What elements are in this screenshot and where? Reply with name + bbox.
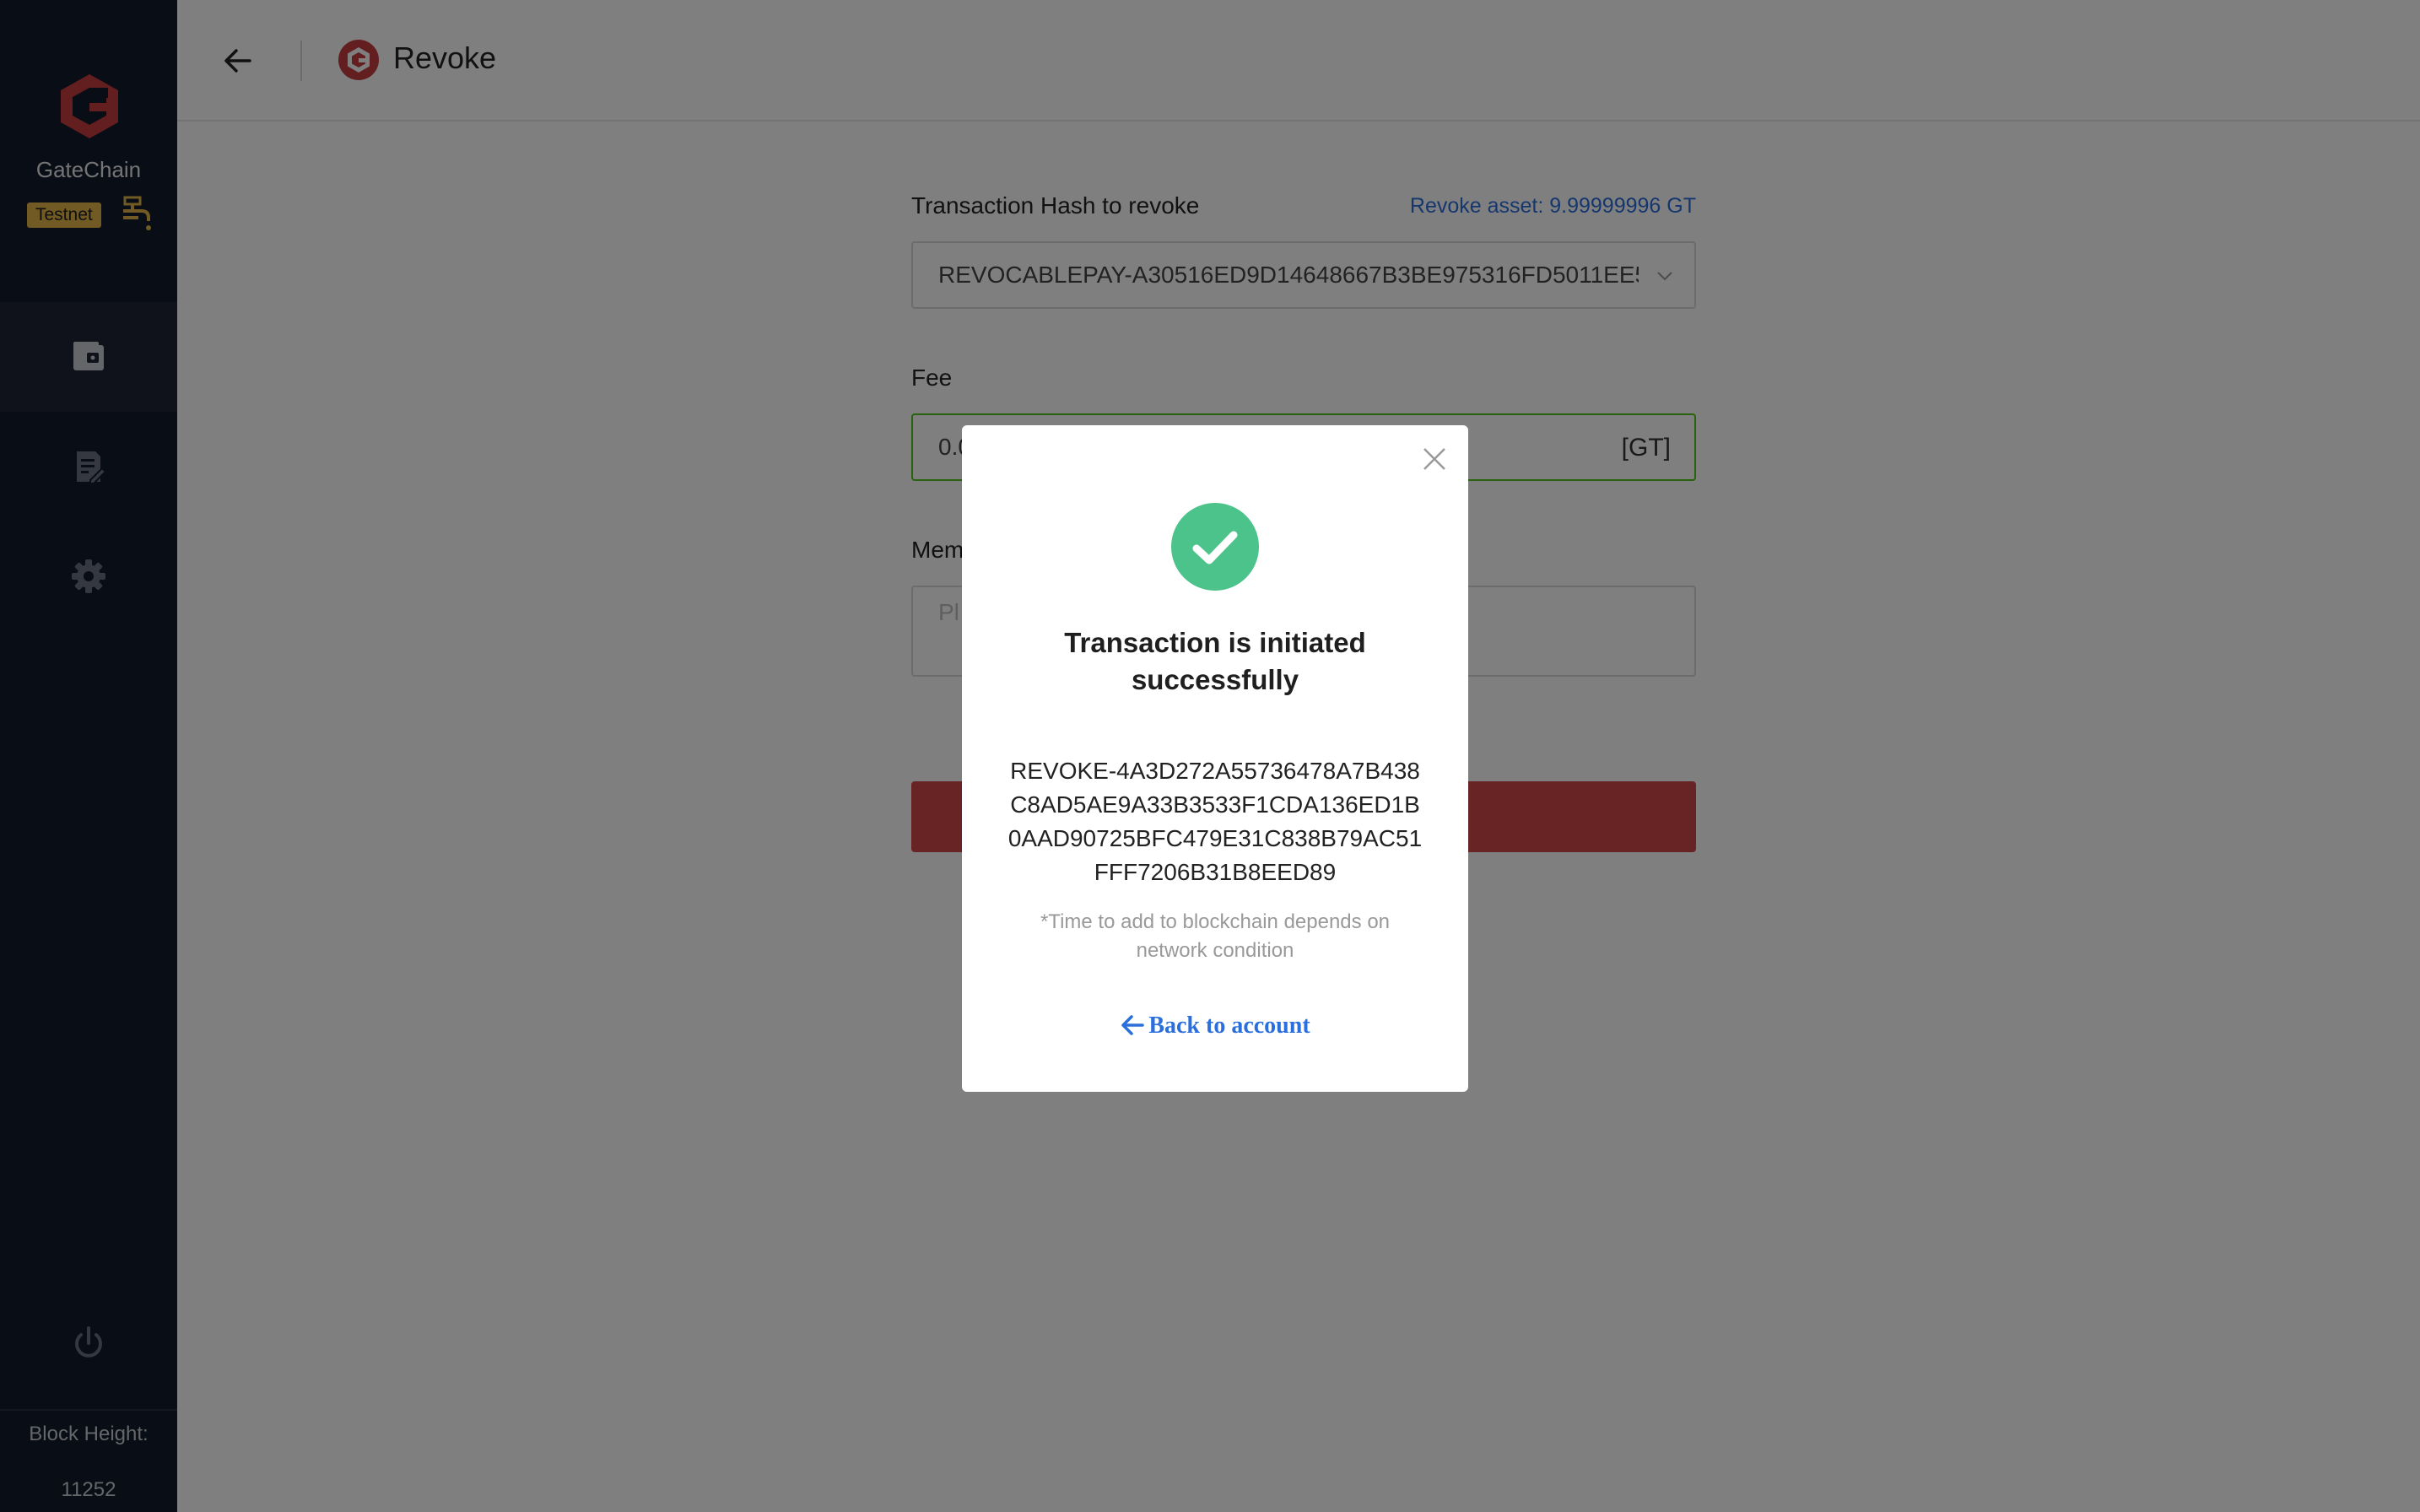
success-modal: Transaction is initiated successfully RE… [962, 425, 1468, 1092]
back-to-account-link[interactable]: Back to account [962, 1012, 1468, 1040]
check-circle-icon [1171, 503, 1259, 591]
transaction-hash: REVOKE-4A3D272A55736478A7B438C8AD5AE9A33… [1007, 758, 1423, 885]
close-icon[interactable] [1421, 446, 1448, 472]
modal-title: Transaction is initiated successfully [1064, 627, 1366, 695]
arrow-left-icon [1121, 1015, 1145, 1035]
back-to-account-label: Back to account [1148, 1012, 1310, 1039]
network-note: *Time to add to blockchain depends on ne… [1040, 910, 1391, 962]
